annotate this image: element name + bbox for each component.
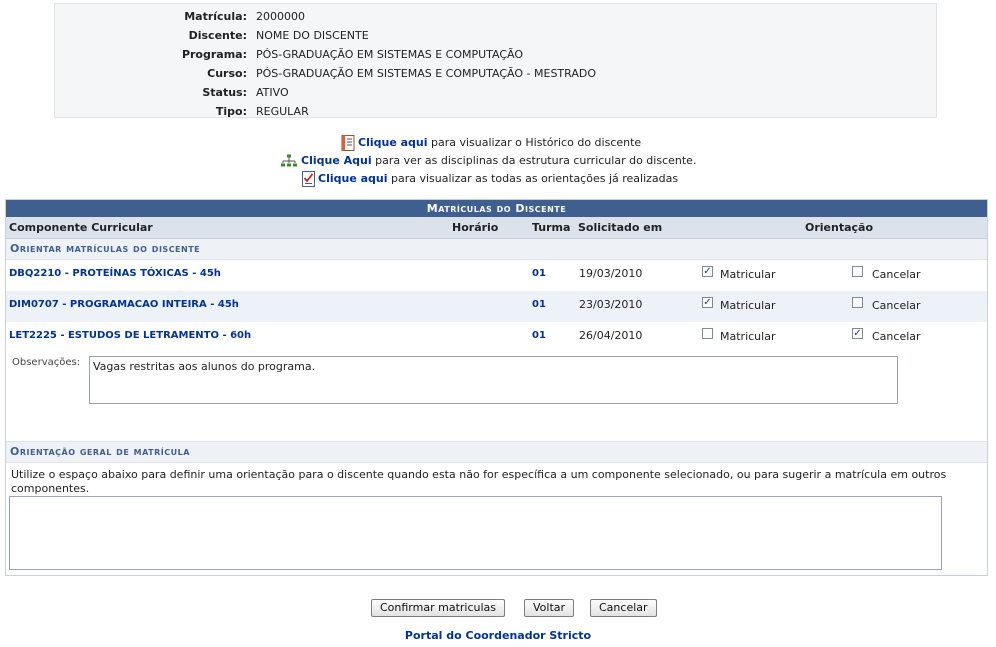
estrutura-link[interactable]: Clique Aqui	[301, 154, 372, 167]
table-header: Componente Curricular Horário Turma Soli…	[6, 217, 987, 239]
section-orientacao-geral: Orientação geral de matrícula	[6, 441, 987, 463]
cancelar-label: Cancelar	[872, 299, 921, 312]
info-label: Discente:	[188, 29, 247, 42]
info-label: Programa:	[181, 48, 247, 61]
footer: Portal do Coordenador Stricto	[0, 629, 996, 642]
header-turma: Turma	[532, 221, 571, 234]
table-row: DIM0707 - PROGRAMACAO INTEIRA - 45h 01 2…	[6, 291, 987, 322]
info-row-matricula: Matrícula: 2000000	[55, 7, 936, 26]
cancelar-checkbox[interactable]	[852, 266, 863, 277]
info-value: 2000000	[256, 10, 305, 23]
cancelar-checkbox[interactable]: ✓	[852, 328, 863, 339]
table-row: DBQ2210 - PROTEÍNAS TÓXICAS - 45h 01 19/…	[6, 260, 987, 291]
confirmar-matriculas-button[interactable]: Confirmar matriculas	[371, 599, 506, 617]
orientacoes-link-text: para visualizar as todas as orientações …	[387, 172, 679, 185]
info-label: Status:	[202, 86, 247, 99]
matricular-checkbox[interactable]: ✓	[702, 297, 713, 308]
matricular-checkbox[interactable]: ✓	[702, 266, 713, 277]
info-value: NOME DO DISCENTE	[256, 29, 369, 42]
info-row-tipo: Tipo: REGULAR	[55, 102, 936, 121]
table-caption: Matrículas do Discente	[6, 200, 987, 217]
cancelar-label: Cancelar	[872, 330, 921, 343]
info-label: Tipo:	[215, 105, 247, 118]
matricular-label: Matricular	[720, 268, 776, 281]
checklist-icon	[302, 171, 315, 187]
componente-link[interactable]: DBQ2210 - PROTEÍNAS TÓXICAS - 45h	[9, 260, 221, 287]
portal-coordenador-link[interactable]: Portal do Coordenador Stricto	[405, 629, 591, 642]
info-row-status: Status: ATIVO	[55, 83, 936, 102]
header-componente: Componente Curricular	[9, 221, 153, 234]
solicitado-date: 26/04/2010	[579, 329, 643, 342]
estrutura-link-text: para ver as disciplinas da estrutura cur…	[371, 154, 697, 167]
turma-link[interactable]: 01	[532, 260, 546, 287]
cancelar-button[interactable]: Cancelar	[590, 599, 657, 617]
solicitado-date: 19/03/2010	[579, 267, 643, 280]
header-horario: Horário	[452, 221, 499, 234]
componente-link[interactable]: LET2225 - ESTUDOS DE LETRAMENTO - 60h	[9, 322, 251, 349]
document-list-icon	[341, 135, 355, 151]
section-orientar-matriculas: Orientar matrículas do discente	[6, 239, 987, 260]
info-row-discente: Discente: NOME DO DISCENTE	[55, 26, 936, 45]
table-row: LET2225 - ESTUDOS DE LETRAMENTO - 60h 01…	[6, 322, 987, 353]
estrutura-link-line: Clique Aqui para ver as disciplinas da e…	[280, 152, 696, 170]
info-value: ATIVO	[256, 86, 289, 99]
header-solicitado: Solicitado em	[578, 221, 663, 234]
historico-link-line: Clique aqui para visualizar o Histórico …	[341, 134, 641, 152]
observacoes-textarea[interactable]: Vagas restritas aos alunos do programa.	[89, 356, 898, 404]
info-value: REGULAR	[256, 105, 309, 118]
observacoes-area: Observações: Vagas restritas aos alunos …	[6, 353, 987, 441]
matriculas-table: Matrículas do Discente Componente Curric…	[5, 199, 988, 576]
historico-link[interactable]: Clique aqui	[358, 136, 428, 149]
observacoes-label: Observações:	[12, 357, 81, 368]
info-row-curso: Curso: PÓS-GRADUAÇÃO EM SISTEMAS E COMPU…	[55, 64, 936, 83]
cancelar-label: Cancelar	[872, 268, 921, 281]
info-row-programa: Programa: PÓS-GRADUAÇÃO EM SISTEMAS E CO…	[55, 45, 936, 64]
componente-link[interactable]: DIM0707 - PROGRAMACAO INTEIRA - 45h	[9, 291, 239, 318]
turma-link[interactable]: 01	[532, 291, 546, 318]
matricular-label: Matricular	[720, 330, 776, 343]
student-info-panel: Matrícula: 2000000 Discente: NOME DO DIS…	[54, 3, 937, 118]
info-label: Matrícula:	[184, 10, 247, 23]
orientacao-geral-textarea[interactable]	[9, 496, 942, 570]
orientacao-geral-instructions: Utilize o espaço abaixo para definir uma…	[11, 468, 947, 495]
tree-structure-icon	[281, 154, 297, 167]
historico-link-text: para visualizar o Histórico do discente	[427, 136, 642, 149]
turma-link[interactable]: 01	[532, 322, 546, 349]
orientacoes-link[interactable]: Clique aqui	[318, 172, 388, 185]
cancelar-checkbox[interactable]	[852, 297, 863, 308]
solicitado-date: 23/03/2010	[579, 298, 643, 311]
info-value: PÓS-GRADUAÇÃO EM SISTEMAS E COMPUTAÇÃO	[256, 48, 524, 61]
orientacoes-link-line: Clique aqui para visualizar as todas as …	[302, 170, 678, 188]
info-label: Curso:	[207, 67, 247, 80]
matricular-label: Matricular	[720, 299, 776, 312]
voltar-button[interactable]: Voltar	[524, 599, 575, 617]
header-orientacao: Orientação	[805, 221, 874, 234]
info-value: PÓS-GRADUAÇÃO EM SISTEMAS E COMPUTAÇÃO -…	[256, 67, 597, 80]
matricular-checkbox[interactable]	[702, 328, 713, 339]
